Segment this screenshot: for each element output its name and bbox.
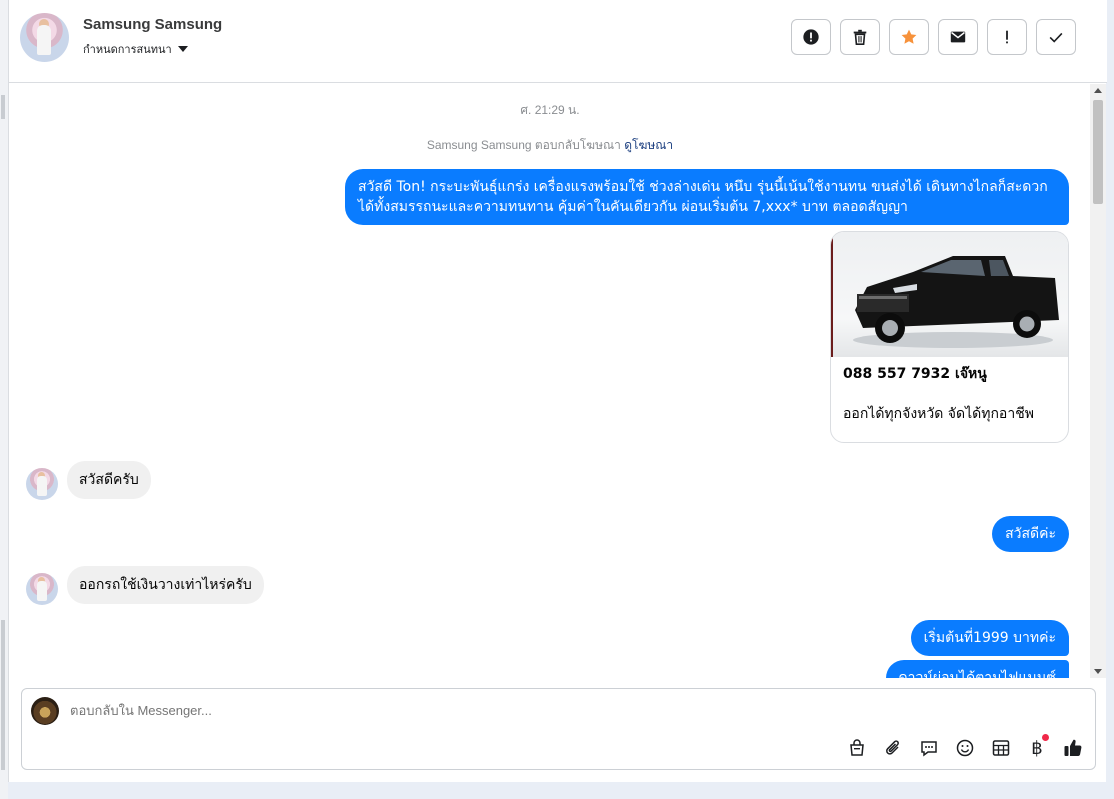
- emoji-icon[interactable]: [953, 736, 977, 760]
- incoming-message[interactable]: สวัสดีครับ: [67, 461, 151, 499]
- edge-marker: [1, 95, 5, 119]
- ad-reply-note: Samsung Samsung ตอบกลับโฆษณา ดูโฆษณา: [9, 136, 1091, 155]
- shopping-bag-icon[interactable]: [845, 736, 869, 760]
- page-avatar: [31, 697, 59, 725]
- thumbs-up-icon[interactable]: [1061, 736, 1085, 760]
- scrollbar-thumb[interactable]: [1093, 100, 1103, 204]
- contact-avatar-small: [26, 468, 58, 500]
- ad-card[interactable]: 088 557 7932 เจ๊หนู ออกได้ทุกจังหวัด จัด…: [830, 231, 1069, 443]
- trash-icon: [853, 29, 867, 46]
- message-list-scrollbar[interactable]: [1090, 84, 1106, 678]
- ad-card-title: 088 557 7932 เจ๊หนู: [843, 366, 987, 382]
- edge-marker: [1, 620, 5, 770]
- conversation-panel: Samsung Samsung กำหนดการสนทนา ศ. 21:29 น…: [8, 0, 1107, 782]
- conversation-header: Samsung Samsung กำหนดการสนทนา: [9, 0, 1107, 83]
- view-ad-link[interactable]: ดูโฆษณา: [624, 138, 673, 152]
- check-icon: [1049, 32, 1063, 43]
- message-list: ศ. 21:29 น. Samsung Samsung ตอบกลับโฆษณา…: [9, 84, 1091, 678]
- outgoing-message[interactable]: สวัสดี Ton! กระบะพันธุ์แกร่ง เครื่องแรงพ…: [345, 169, 1069, 225]
- ad-card-description: ออกได้ทุกจังหวัด จัดได้ทุกอาชีพ: [843, 406, 1034, 422]
- scroll-down-arrow[interactable]: [1094, 669, 1102, 674]
- message-composer: ฿: [21, 688, 1096, 770]
- scroll-up-arrow[interactable]: [1094, 88, 1102, 93]
- contact-name[interactable]: Samsung Samsung: [83, 16, 222, 33]
- mark-done-button[interactable]: [1036, 19, 1076, 55]
- delete-button[interactable]: [840, 19, 880, 55]
- star-icon: [901, 29, 917, 44]
- mark-unread-button[interactable]: [938, 19, 978, 55]
- mail-icon: [950, 31, 966, 43]
- alert-circle-icon: [803, 29, 819, 45]
- header-toolbar: [791, 19, 1076, 55]
- reply-input[interactable]: [70, 703, 770, 718]
- chat-bubble-icon[interactable]: [917, 736, 941, 760]
- outgoing-message[interactable]: สวัสดีค่ะ: [992, 516, 1069, 552]
- paperclip-icon[interactable]: [881, 736, 905, 760]
- baht-icon[interactable]: ฿: [1025, 734, 1049, 760]
- contact-avatar[interactable]: [20, 13, 69, 62]
- alert-button[interactable]: [791, 19, 831, 55]
- notification-dot: [1042, 734, 1049, 741]
- caret-down-icon: [177, 46, 188, 52]
- star-button[interactable]: [889, 19, 929, 55]
- outgoing-message[interactable]: เริ่มต้นที่1999 บาทค่ะ: [910, 620, 1069, 656]
- conversation-label: กำหนดการสนทนา: [83, 43, 172, 56]
- message-timestamp: ศ. 21:29 น.: [520, 103, 580, 117]
- spam-button[interactable]: [987, 19, 1027, 55]
- truck-illustration: [853, 256, 1059, 348]
- exclamation-icon: [1006, 30, 1008, 44]
- table-icon[interactable]: [989, 736, 1013, 760]
- conversation-label-dropdown[interactable]: กำหนดการสนทนา: [83, 40, 188, 58]
- pickup-truck-image: [831, 232, 1068, 357]
- outgoing-message[interactable]: ดาวน์ผ่อนได้ตามไฟแนนซ์: [885, 660, 1069, 678]
- incoming-message[interactable]: ออกรถใช้เงินวางเท่าไหร่ครับ: [67, 566, 264, 604]
- left-edge: [0, 0, 8, 799]
- composer-actions: ฿: [845, 734, 1085, 760]
- contact-avatar-small: [26, 573, 58, 605]
- ad-reply-text: Samsung Samsung ตอบกลับโฆษณา: [426, 138, 621, 152]
